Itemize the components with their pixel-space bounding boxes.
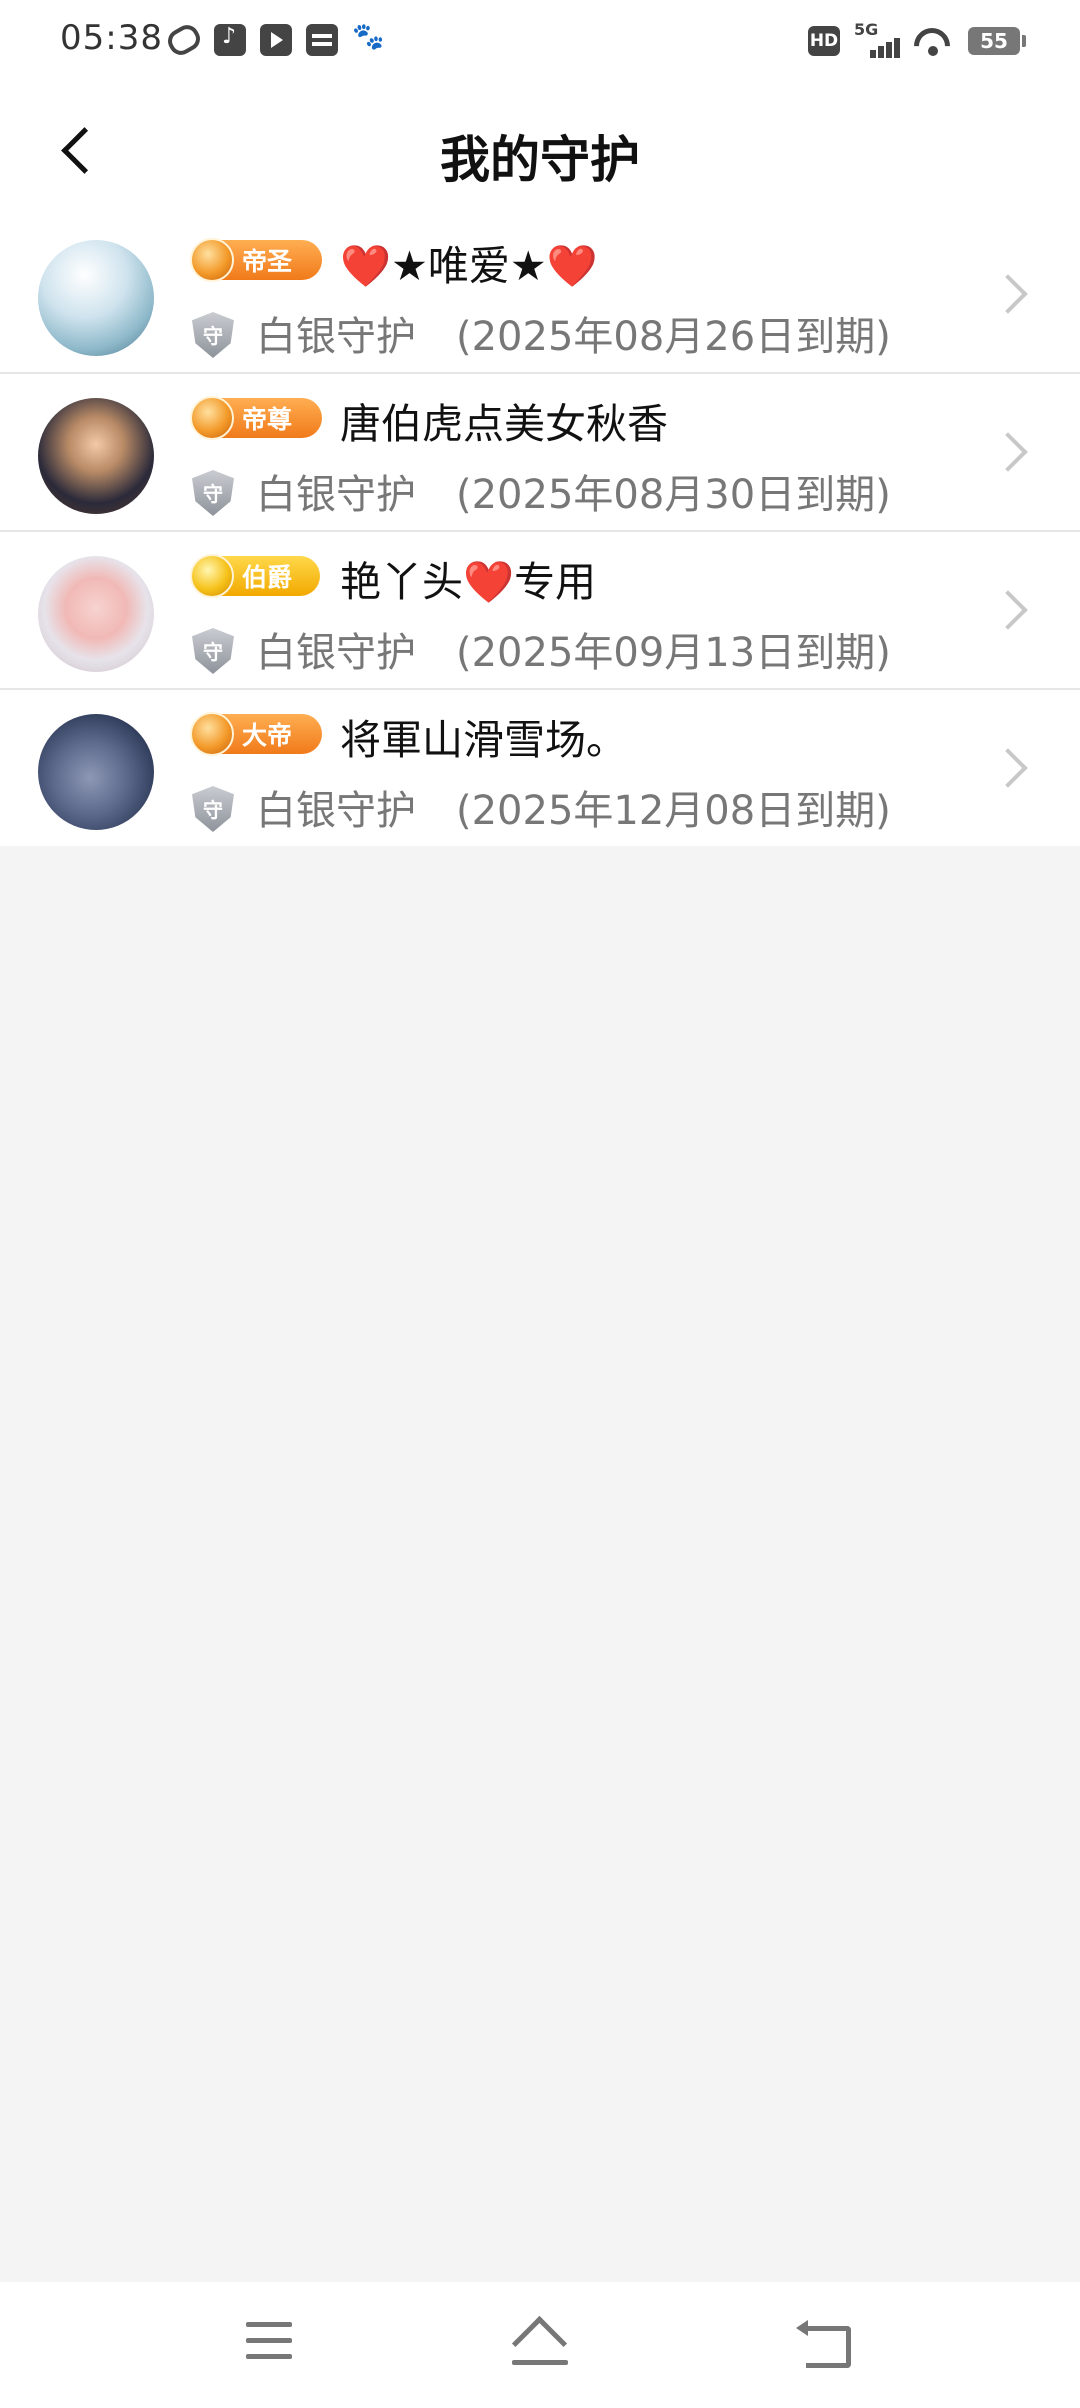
guard-tier: 白银守护 (256, 314, 416, 360)
chevron-right-icon (986, 586, 1032, 632)
video-player-icon (260, 24, 292, 56)
medal-icon (190, 238, 234, 282)
guard-tier: 白银守护 (256, 630, 416, 676)
tiktok-icon (214, 24, 246, 56)
guard-list: 帝圣 ❤️★唯爱★❤️ 守 白银守护 (2025年08月26日到期) 帝尊 唐伯… (0, 216, 1080, 846)
heart-emoji: ❤️ (463, 558, 515, 606)
avatar[interactable] (38, 240, 154, 356)
chevron-right-icon (986, 428, 1032, 474)
shield-icon: 守 (192, 786, 234, 832)
loop-app-icon (163, 20, 205, 60)
rank-badge: 大帝 (190, 712, 322, 756)
shield-icon: 守 (192, 312, 234, 358)
home-button[interactable] (508, 2314, 572, 2374)
expiry-date: (2025年12月08日到期) (456, 788, 891, 834)
expiry-date: (2025年09月13日到期) (456, 630, 891, 676)
shield-glyph: 守 (203, 798, 223, 822)
chevron-right-icon (986, 270, 1032, 316)
nickname: 唐伯虎点美女秋香 (340, 400, 668, 448)
guard-tier: 白银守护 (256, 472, 416, 518)
guard-tier: 白银守护 (256, 788, 416, 834)
guard-list-item[interactable]: 帝尊 唐伯虎点美女秋香 守 白银守护 (2025年08月30日到期) (0, 374, 1080, 532)
nickname-text: ★唯爱★ (391, 242, 547, 290)
avatar[interactable] (38, 398, 154, 514)
heart-emoji: ❤️ (546, 242, 598, 290)
network-type-label: 5G (854, 20, 879, 39)
medal-icon (190, 554, 234, 598)
medal-icon (190, 712, 234, 756)
screen: 05:38 HD 5G 55 我的守护 (0, 0, 1080, 2408)
heart-emoji: ❤️ (340, 242, 392, 290)
nickname: 将軍山滑雪场。 (340, 716, 627, 764)
shield-glyph: 守 (203, 482, 223, 506)
battery-icon: 55 (968, 27, 1026, 55)
page-title: 我的守护 (440, 131, 640, 189)
app-header: 我的守护 (0, 84, 1080, 216)
rank-badge-label: 伯爵 (242, 563, 293, 592)
nickname-text: 艳丫头 (340, 558, 463, 606)
baidu-paw-icon (352, 22, 384, 56)
rank-badge-label: 帝尊 (242, 405, 293, 434)
rank-badge-label: 大帝 (242, 721, 293, 750)
rank-badge: 帝圣 (190, 238, 322, 282)
avatar[interactable] (38, 714, 154, 830)
shield-icon: 守 (192, 628, 234, 674)
system-icons: HD 5G 55 (808, 20, 1026, 58)
expiry-date: (2025年08月30日到期) (456, 472, 891, 518)
status-time: 05:38 (60, 18, 163, 58)
wifi-icon (914, 24, 954, 58)
rank-badge-label: 帝圣 (242, 247, 293, 276)
chevron-right-icon (986, 744, 1032, 790)
avatar[interactable] (38, 556, 154, 672)
shield-glyph: 守 (203, 324, 223, 348)
notification-icons (163, 20, 384, 60)
nickname-text: 专用 (514, 558, 597, 606)
nickname: ❤️★唯爱★❤️ (340, 232, 598, 292)
system-navigation-bar (0, 2282, 1080, 2408)
rank-badge: 伯爵 (190, 554, 320, 598)
hd-icon: HD (808, 26, 840, 56)
guard-list-item[interactable]: 大帝 将軍山滑雪场。 守 白银守护 (2025年12月08日到期) (0, 690, 1080, 846)
shield-glyph: 守 (203, 640, 223, 664)
guard-list-item[interactable]: 伯爵 艳丫头❤️专用 守 白银守护 (2025年09月13日到期) (0, 532, 1080, 690)
status-bar: 05:38 HD 5G 55 (0, 0, 1080, 84)
wallet-icon (306, 24, 338, 56)
guard-list-item[interactable]: 帝圣 ❤️★唯爱★❤️ 守 白银守护 (2025年08月26日到期) (0, 216, 1080, 374)
shield-icon: 守 (192, 470, 234, 516)
system-back-button[interactable] (796, 2314, 860, 2374)
expiry-date: (2025年08月26日到期) (456, 314, 891, 360)
medal-icon (190, 396, 234, 440)
cellular-signal-icon: 5G (854, 20, 900, 58)
recent-apps-button[interactable] (238, 2314, 302, 2374)
rank-badge: 帝尊 (190, 396, 322, 440)
nickname: 艳丫头❤️专用 (340, 548, 596, 608)
